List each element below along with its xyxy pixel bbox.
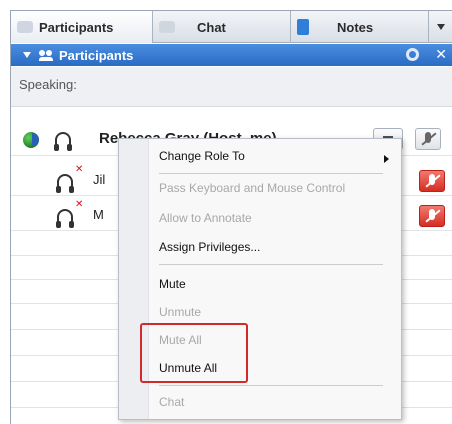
panel-tab-bar: Participants Chat Notes [11, 11, 452, 43]
unmute-button[interactable] [419, 205, 445, 227]
participants-panel-title: Participants [59, 47, 134, 63]
collapse-caret-icon[interactable] [23, 52, 31, 58]
mute-toggle-button[interactable] [415, 128, 441, 150]
chevron-down-icon [437, 24, 445, 30]
participant-name: Jil [93, 172, 106, 187]
menu-item-assign-privileges[interactable]: Assign Privileges... [159, 240, 260, 254]
chat-icon [159, 21, 175, 33]
participants-icon [17, 21, 33, 33]
menu-item-allow-annotate[interactable]: Allow to Annotate [159, 211, 252, 225]
menu-item-chat[interactable]: Chat [159, 395, 184, 409]
speaking-indicator: Speaking: [11, 67, 452, 107]
unmute-button[interactable] [419, 170, 445, 192]
participants-icon [39, 49, 53, 61]
headset-icon [54, 132, 72, 151]
menu-item-change-role[interactable]: Change Role To [159, 149, 245, 163]
participants-panel-header[interactable]: Participants ✕ [11, 44, 452, 66]
close-icon[interactable]: ✕ [435, 46, 447, 63]
tab-chat-label: Chat [197, 19, 226, 35]
headset-icon [56, 174, 74, 193]
notes-icon [297, 19, 309, 35]
menu-item-mute[interactable]: Mute [159, 277, 186, 291]
gear-icon[interactable] [406, 48, 419, 61]
muted-x-icon: ✕ [75, 199, 84, 210]
globe-status-icon [23, 132, 39, 148]
tabs-overflow-button[interactable] [429, 11, 452, 43]
tab-participants-label: Participants [39, 19, 114, 35]
participant-name: M [93, 207, 104, 222]
muted-x-icon: ✕ [75, 164, 84, 175]
tab-chat[interactable]: Chat [153, 11, 291, 43]
headset-icon [56, 209, 74, 228]
menu-separator [159, 264, 383, 265]
tab-participants[interactable]: Participants [11, 11, 153, 43]
menu-item-unmute[interactable]: Unmute [159, 305, 201, 319]
menu-separator [159, 385, 383, 386]
submenu-arrow-icon [384, 155, 389, 163]
menu-separator [159, 173, 383, 174]
tab-notes[interactable]: Notes [291, 11, 429, 43]
annotation-highlight-box [140, 323, 248, 383]
menu-item-pass-control[interactable]: Pass Keyboard and Mouse Control [159, 181, 345, 195]
speaking-label: Speaking: [19, 77, 77, 92]
tab-notes-label: Notes [337, 19, 374, 35]
